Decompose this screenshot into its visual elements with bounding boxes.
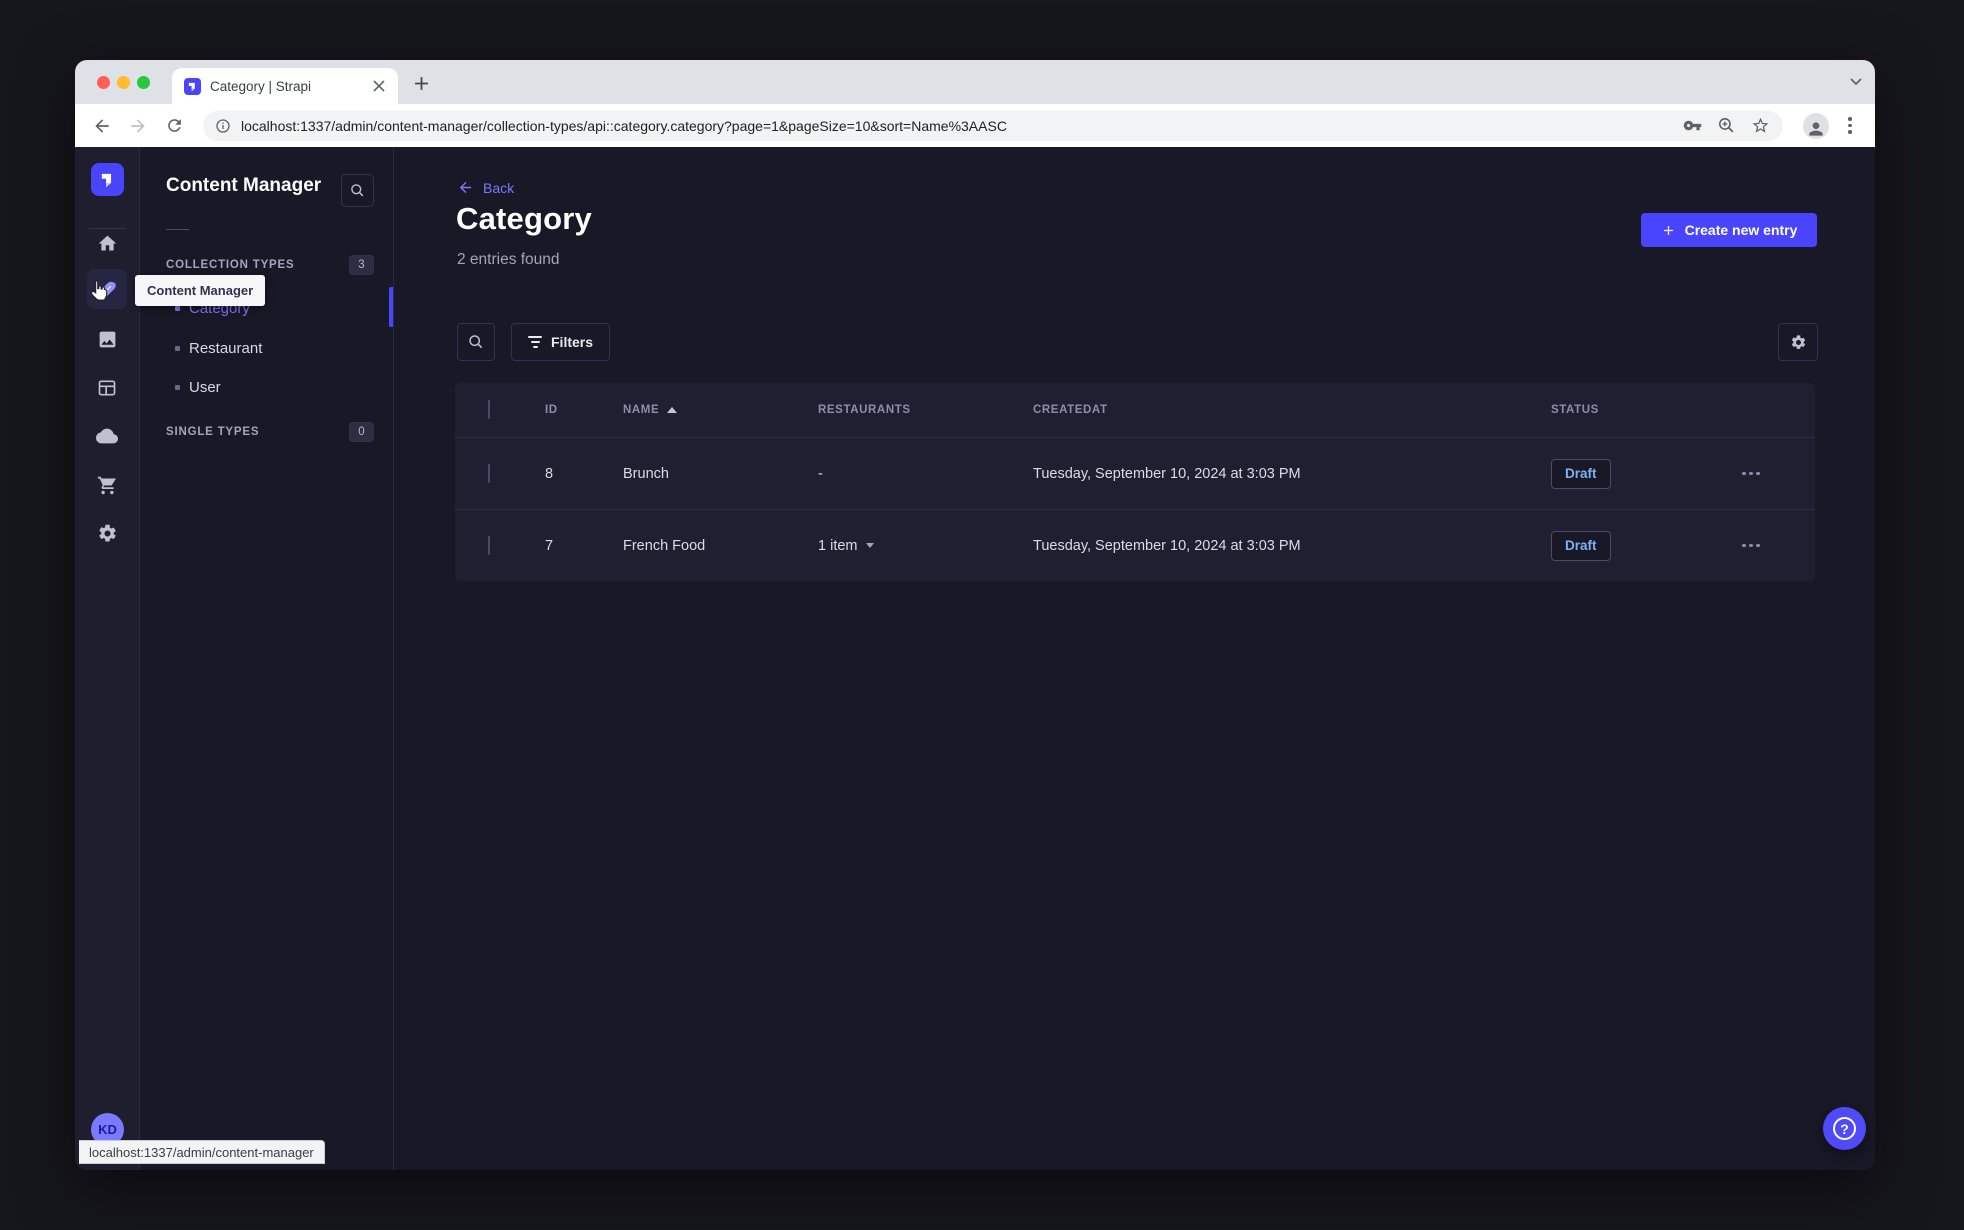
subnav-divider (166, 229, 189, 230)
url-text: localhost:1337/admin/content-manager/col… (241, 117, 1007, 134)
media-library-icon[interactable] (87, 319, 127, 359)
cell-name: French Food (623, 537, 706, 554)
subnav-search-button[interactable] (341, 174, 374, 207)
single-types-label: SINGLE TYPES (166, 426, 260, 438)
fullscreen-window-button[interactable] (137, 76, 150, 89)
browser-toolbar: localhost:1337/admin/content-manager/col… (75, 104, 1875, 147)
cell-id: 7 (545, 537, 554, 554)
url-bar[interactable]: localhost:1337/admin/content-manager/col… (203, 110, 1783, 141)
create-new-entry-button[interactable]: Create new entry (1641, 213, 1817, 247)
sidebar-item-user[interactable]: User (140, 367, 394, 407)
table-row[interactable]: 7 French Food 1 item Tuesday, September … (455, 509, 1815, 581)
filter-icon (528, 336, 542, 348)
link-status-bar: localhost:1337/admin/content-manager (79, 1140, 325, 1164)
strapi-logo[interactable] (91, 163, 124, 196)
browser-window: Category | Strapi localhost:1337/admin/c… (75, 60, 1875, 1170)
site-info-icon[interactable] (215, 118, 231, 134)
bullet-icon (175, 384, 180, 390)
table-settings-button[interactable] (1778, 323, 1818, 361)
home-icon[interactable] (87, 223, 127, 263)
column-header-createdat[interactable]: CREATEDAT (1033, 404, 1551, 416)
back-link[interactable]: Back (457, 179, 514, 196)
table-header-row: ID NAME RESTAURANTS CREATEDAT STATUS (455, 383, 1815, 437)
column-header-name[interactable]: NAME (623, 404, 818, 416)
tab-search-chevron-icon[interactable] (1849, 74, 1863, 88)
new-tab-button[interactable] (410, 72, 432, 94)
forward-button[interactable] (123, 111, 153, 141)
collection-types-group: COLLECTION TYPES 3 (166, 255, 374, 275)
status-badge: Draft (1551, 530, 1611, 561)
marketplace-cart-icon[interactable] (87, 465, 127, 505)
single-types-count-badge: 0 (349, 422, 374, 442)
zoom-icon[interactable] (1713, 113, 1739, 139)
cell-createdat: Tuesday, September 10, 2024 at 3:03 PM (1033, 537, 1301, 554)
tab-close-icon[interactable] (370, 77, 388, 95)
tab-title: Category | Strapi (210, 78, 312, 94)
status-badge: Draft (1551, 458, 1611, 489)
row-checkbox[interactable] (488, 535, 490, 555)
cloud-icon[interactable] (87, 416, 127, 456)
settings-gear-icon[interactable] (87, 513, 127, 553)
bookmark-star-icon[interactable] (1747, 113, 1773, 139)
sort-ascending-icon (667, 407, 678, 413)
question-mark-icon: ? (1833, 1117, 1856, 1140)
help-button[interactable]: ? (1823, 1107, 1866, 1150)
browser-menu-icon[interactable] (1839, 113, 1861, 139)
table-row[interactable]: 8 Brunch - Tuesday, September 10, 2024 a… (455, 437, 1815, 509)
cell-createdat: Tuesday, September 10, 2024 at 3:03 PM (1033, 465, 1301, 482)
page-title: Category (456, 201, 592, 236)
mouse-cursor-hand-icon (88, 279, 110, 303)
entries-table: ID NAME RESTAURANTS CREATEDAT STATUS 8 B… (455, 383, 1815, 581)
bullet-icon (175, 305, 180, 311)
column-header-restaurants[interactable]: RESTAURANTS (818, 404, 1033, 416)
back-button[interactable] (87, 111, 117, 141)
single-types-group: SINGLE TYPES 0 (166, 422, 374, 442)
reload-button[interactable] (159, 111, 189, 141)
chevron-down-icon (865, 543, 874, 548)
collection-types-label: COLLECTION TYPES (166, 259, 295, 271)
row-actions-menu-icon[interactable] (1742, 543, 1760, 548)
row-checkbox[interactable] (488, 463, 490, 483)
strapi-favicon-icon (184, 77, 201, 95)
sidebar-item-restaurant[interactable]: Restaurant (140, 328, 394, 368)
cell-restaurants[interactable]: 1 item (818, 538, 1033, 554)
row-actions-menu-icon[interactable] (1742, 471, 1760, 476)
content-type-builder-icon[interactable] (87, 368, 127, 408)
strapi-admin: KD Content Manager COLLECTION TYPES 3 Ca… (75, 147, 1875, 1170)
minimize-window-button[interactable] (117, 76, 130, 89)
content-manager-tooltip: Content Manager (135, 275, 266, 306)
tab-strip: Category | Strapi (75, 60, 1875, 104)
select-all-checkbox[interactable] (488, 400, 490, 419)
active-item-indicator (389, 287, 393, 327)
browser-profile-avatar[interactable] (1803, 112, 1829, 139)
close-window-button[interactable] (97, 76, 110, 89)
traffic-lights (97, 76, 150, 89)
browser-tab[interactable]: Category | Strapi (172, 68, 398, 104)
column-header-status[interactable]: STATUS (1551, 404, 1740, 416)
filters-button[interactable]: Filters (511, 323, 611, 361)
password-key-icon[interactable] (1679, 113, 1705, 139)
cell-restaurants: - (818, 465, 823, 482)
cell-name: Brunch (623, 465, 669, 482)
collection-types-count-badge: 3 (349, 255, 374, 275)
cell-id: 8 (545, 465, 554, 482)
bullet-icon (175, 345, 180, 351)
subnav-title: Content Manager (166, 175, 322, 196)
entries-count: 2 entries found (457, 251, 560, 268)
column-header-id[interactable]: ID (545, 404, 623, 416)
back-label: Back (483, 179, 515, 196)
table-search-button[interactable] (457, 323, 495, 361)
main-content: Back Category 2 entries found Create new… (394, 147, 1875, 1170)
